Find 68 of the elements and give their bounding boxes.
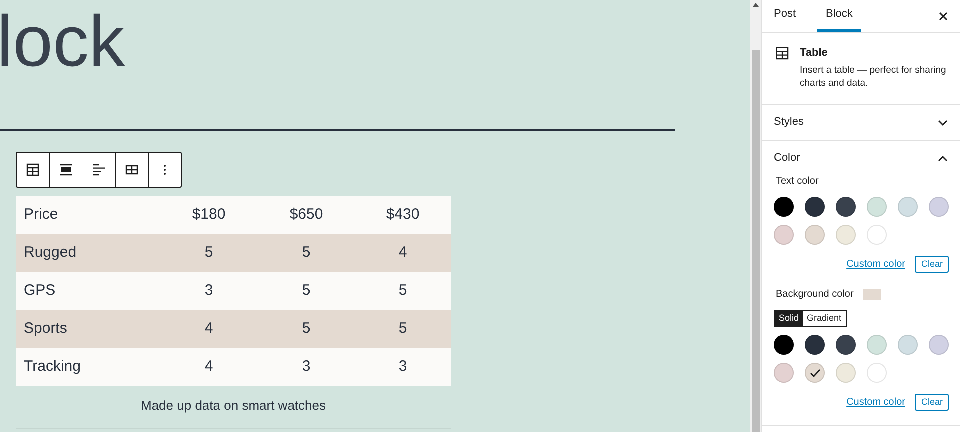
table-caption: Made up data on smart watches [140, 397, 327, 415]
table-cell-text: 5 [301, 318, 312, 339]
color-swatch[interactable] [774, 197, 794, 217]
table-icon [26, 163, 40, 177]
color-swatch[interactable] [836, 363, 856, 383]
page-title: lock [0, 2, 126, 82]
custom-color-link[interactable]: Custom color [846, 257, 906, 272]
color-swatch[interactable] [929, 335, 949, 355]
color-swatch[interactable] [836, 335, 856, 355]
color-swatch[interactable] [805, 335, 825, 355]
color-swatch[interactable] [867, 197, 887, 217]
mode-toggle[interactable]: Solid [775, 311, 804, 326]
color-swatch[interactable] [774, 335, 794, 355]
panel-header[interactable]: Styles [762, 105, 960, 140]
table-cell-text: Sports [23, 318, 68, 339]
align-wide-icon [59, 163, 74, 177]
color-swatch[interactable] [867, 225, 887, 245]
table-grid-icon [124, 163, 139, 177]
section-label: Background color [776, 288, 854, 302]
sidebar-tab[interactable]: Post [765, 0, 806, 32]
color-swatch[interactable] [774, 363, 794, 383]
table-cell-text: GPS [23, 280, 57, 301]
section-label: Text color [776, 175, 820, 189]
table-cell-text: 5 [398, 318, 408, 339]
color-swatch[interactable] [867, 335, 887, 355]
color-swatch[interactable] [929, 197, 949, 217]
chevron-down-icon [938, 120, 948, 126]
scroll-up-icon[interactable] [752, 3, 758, 7]
panel-header[interactable]: Color [762, 141, 960, 176]
clear-button[interactable]: Clear [915, 394, 949, 411]
table-cell-text: 3 [398, 356, 408, 377]
table-cell-text: 3 [301, 356, 312, 377]
table-cell-text: $430 [385, 204, 421, 225]
table-cell-text: 5 [398, 280, 408, 301]
color-swatch[interactable] [898, 197, 918, 217]
custom-color-link[interactable]: Custom color [846, 395, 906, 410]
table-cell-text: $180 [191, 204, 227, 225]
table-cell-text: 5 [204, 242, 214, 263]
color-swatch[interactable] [836, 197, 856, 217]
color-swatch[interactable] [805, 197, 825, 217]
color-swatch[interactable] [867, 363, 887, 383]
table-cell-text: Rugged [23, 242, 78, 263]
color-swatch[interactable] [836, 225, 856, 245]
table-cell-text: 5 [301, 280, 312, 301]
more-icon [162, 163, 167, 177]
color-swatch[interactable] [898, 335, 918, 355]
check-icon [810, 368, 820, 378]
table-cell-text: 4 [204, 356, 214, 377]
table-cell-text: $650 [288, 204, 324, 225]
table-cell-text: 4 [398, 242, 408, 263]
color-swatch[interactable] [805, 225, 825, 245]
chevron-up-icon [938, 156, 948, 162]
table-cell-text: Price [23, 204, 60, 225]
scrollbar-thumb[interactable] [752, 50, 760, 432]
table-cell-text: 3 [204, 280, 214, 301]
clear-button[interactable]: Clear [915, 256, 949, 273]
close-icon [939, 12, 948, 20]
table-cell-text: 4 [204, 318, 214, 339]
color-swatch[interactable] [774, 225, 794, 245]
table-icon [776, 47, 789, 60]
block-name: Table [800, 46, 829, 61]
sidebar-tab[interactable]: Block [817, 0, 862, 32]
table-cell-text: 5 [301, 242, 312, 263]
align-left-icon [92, 163, 106, 177]
table-cell-text: Tracking [23, 356, 82, 377]
block-description: Insert a table — perfect for sharing charts and data. [800, 64, 948, 90]
color-swatch[interactable] [805, 363, 825, 383]
scrollbar[interactable] [750, 0, 761, 432]
